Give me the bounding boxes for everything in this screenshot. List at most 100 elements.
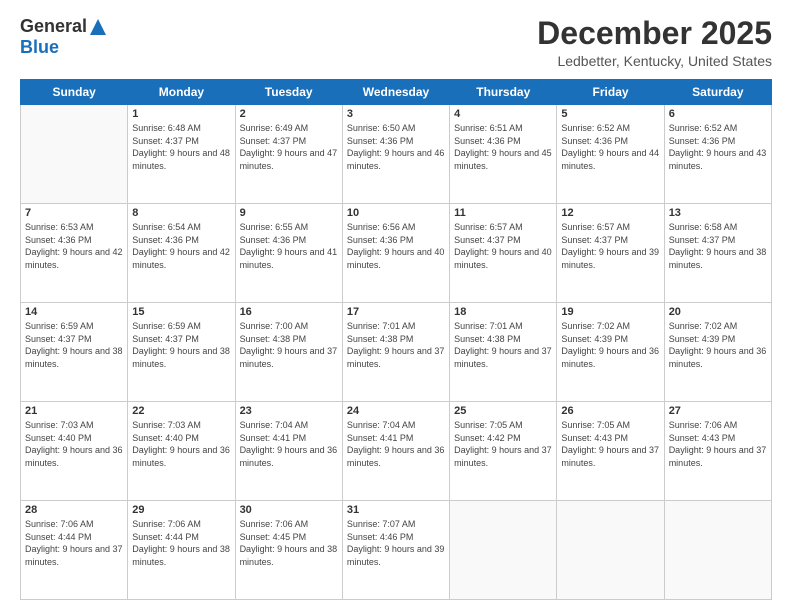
calendar-cell: 26Sunrise: 7:05 AM Sunset: 4:43 PM Dayli… <box>557 402 664 501</box>
day-info: Sunrise: 6:51 AM Sunset: 4:36 PM Dayligh… <box>454 122 552 172</box>
day-info: Sunrise: 7:03 AM Sunset: 4:40 PM Dayligh… <box>132 419 230 469</box>
day-info: Sunrise: 6:53 AM Sunset: 4:36 PM Dayligh… <box>25 221 123 271</box>
calendar-cell: 25 Sunrise: 7:05 AM Sunset: 4:42 PM Dayli… <box>450 402 557 501</box>
day-number: 7 <box>25 207 123 219</box>
logo-icon <box>88 17 108 37</box>
day-info: Sunrise: 7:06 AM Sunset: 4:44 PM Dayligh… <box>25 518 123 568</box>
day-number: 28 <box>25 504 123 516</box>
calendar-cell: 16Sunrise: 7:00 AM Sunset: 4:38 PM Dayli… <box>235 303 342 402</box>
logo-blue: Blue <box>20 37 59 58</box>
calendar-cell: 4Sunrise: 6:51 AM Sunset: 4:36 PM Daylig… <box>450 105 557 204</box>
day-number: 19 <box>561 306 659 318</box>
day-number: 13 <box>669 207 767 219</box>
day-number: 8 <box>132 207 230 219</box>
calendar-cell <box>21 105 128 204</box>
calendar-cell: 23Sunrise: 7:04 AM Sunset: 4:41 PM Dayli… <box>235 402 342 501</box>
day-info: Sunrise: 6:50 AM Sunset: 4:36 PM Dayligh… <box>347 122 445 172</box>
calendar-week-row: 21 Sunrise: 7:03 AM Sunset: 4:40 PM Dayli… <box>21 402 772 501</box>
calendar-cell: 9Sunrise: 6:55 AM Sunset: 4:36 PM Daylig… <box>235 204 342 303</box>
calendar-cell: 29 Sunrise: 7:06 AM Sunset: 4:44 PM Dayli… <box>128 501 235 600</box>
day-number: 18 <box>454 306 552 318</box>
day-info: Sunrise: 6:48 AM Sunset: 4:37 PM Dayligh… <box>132 122 230 172</box>
calendar-cell: 18 Sunrise: 7:01 AM Sunset: 4:38 PM Dayli… <box>450 303 557 402</box>
col-thursday: Thursday <box>450 80 557 105</box>
calendar-cell: 31 Sunrise: 7:07 AM Sunset: 4:46 PM Dayli… <box>342 501 449 600</box>
subtitle: Ledbetter, Kentucky, United States <box>537 53 772 69</box>
calendar-cell <box>450 501 557 600</box>
day-number: 1 <box>132 108 230 120</box>
day-info: Sunrise: 7:02 AM Sunset: 4:39 PM Dayligh… <box>561 320 659 370</box>
day-number: 12 <box>561 207 659 219</box>
calendar-cell: 13Sunrise: 6:58 AM Sunset: 4:37 PM Dayli… <box>664 204 771 303</box>
calendar-cell: 7 Sunrise: 6:53 AM Sunset: 4:36 PM Daylig… <box>21 204 128 303</box>
calendar-cell: 20 Sunrise: 7:02 AM Sunset: 4:39 PM Dayli… <box>664 303 771 402</box>
calendar-header-row: Sunday Monday Tuesday Wednesday Thursday… <box>21 80 772 105</box>
calendar-cell <box>664 501 771 600</box>
calendar-cell: 30 Sunrise: 7:06 AM Sunset: 4:45 PM Dayli… <box>235 501 342 600</box>
main-title: December 2025 <box>537 16 772 51</box>
day-number: 31 <box>347 504 445 516</box>
day-number: 20 <box>669 306 767 318</box>
logo: General Blue <box>20 16 109 58</box>
day-info: Sunrise: 7:06 AM Sunset: 4:43 PM Dayligh… <box>669 419 767 469</box>
calendar-week-row: 7 Sunrise: 6:53 AM Sunset: 4:36 PM Daylig… <box>21 204 772 303</box>
calendar-week-row: 28 Sunrise: 7:06 AM Sunset: 4:44 PM Dayli… <box>21 501 772 600</box>
day-number: 3 <box>347 108 445 120</box>
day-number: 24 <box>347 405 445 417</box>
calendar-cell: 8Sunrise: 6:54 AM Sunset: 4:36 PM Daylig… <box>128 204 235 303</box>
day-number: 25 <box>454 405 552 417</box>
col-sunday: Sunday <box>21 80 128 105</box>
page: General Blue December 2025 Ledbetter, Ke… <box>0 0 792 612</box>
calendar-cell: 6 Sunrise: 6:52 AM Sunset: 4:36 PM Daylig… <box>664 105 771 204</box>
col-tuesday: Tuesday <box>235 80 342 105</box>
day-number: 10 <box>347 207 445 219</box>
title-block: December 2025 Ledbetter, Kentucky, Unite… <box>537 16 772 69</box>
day-info: Sunrise: 7:01 AM Sunset: 4:38 PM Dayligh… <box>347 320 445 370</box>
day-info: Sunrise: 7:01 AM Sunset: 4:38 PM Dayligh… <box>454 320 552 370</box>
day-number: 6 <box>669 108 767 120</box>
col-saturday: Saturday <box>664 80 771 105</box>
calendar-week-row: 14 Sunrise: 6:59 AM Sunset: 4:37 PM Dayli… <box>21 303 772 402</box>
calendar-table: Sunday Monday Tuesday Wednesday Thursday… <box>20 79 772 600</box>
day-number: 29 <box>132 504 230 516</box>
col-friday: Friday <box>557 80 664 105</box>
day-info: Sunrise: 7:07 AM Sunset: 4:46 PM Dayligh… <box>347 518 445 568</box>
logo-general: General <box>20 16 87 37</box>
day-info: Sunrise: 6:57 AM Sunset: 4:37 PM Dayligh… <box>454 221 552 271</box>
calendar-cell: 14Sunrise: 6:59 AM Sunset: 4:37 PM Dayli… <box>21 303 128 402</box>
calendar-cell: 1 Sunrise: 6:48 AM Sunset: 4:37 PM Daylig… <box>128 105 235 204</box>
calendar-cell: 22Sunrise: 7:03 AM Sunset: 4:40 PM Dayli… <box>128 402 235 501</box>
calendar-cell: 3 Sunrise: 6:50 AM Sunset: 4:36 PM Daylig… <box>342 105 449 204</box>
day-number: 16 <box>240 306 338 318</box>
day-info: Sunrise: 7:04 AM Sunset: 4:41 PM Dayligh… <box>347 419 445 469</box>
day-number: 5 <box>561 108 659 120</box>
day-info: Sunrise: 7:03 AM Sunset: 4:40 PM Dayligh… <box>25 419 123 469</box>
day-info: Sunrise: 6:52 AM Sunset: 4:36 PM Dayligh… <box>669 122 767 172</box>
calendar-cell: 11 Sunrise: 6:57 AM Sunset: 4:37 PM Dayli… <box>450 204 557 303</box>
day-info: Sunrise: 7:05 AM Sunset: 4:43 PM Dayligh… <box>561 419 659 469</box>
col-wednesday: Wednesday <box>342 80 449 105</box>
calendar-cell: 28 Sunrise: 7:06 AM Sunset: 4:44 PM Dayli… <box>21 501 128 600</box>
day-number: 9 <box>240 207 338 219</box>
day-info: Sunrise: 6:57 AM Sunset: 4:37 PM Dayligh… <box>561 221 659 271</box>
day-number: 15 <box>132 306 230 318</box>
day-number: 14 <box>25 306 123 318</box>
day-info: Sunrise: 7:02 AM Sunset: 4:39 PM Dayligh… <box>669 320 767 370</box>
day-info: Sunrise: 6:59 AM Sunset: 4:37 PM Dayligh… <box>132 320 230 370</box>
logo-text: General <box>20 16 109 37</box>
calendar-cell: 15 Sunrise: 6:59 AM Sunset: 4:37 PM Dayli… <box>128 303 235 402</box>
calendar-cell <box>557 501 664 600</box>
day-number: 2 <box>240 108 338 120</box>
day-number: 11 <box>454 207 552 219</box>
day-number: 30 <box>240 504 338 516</box>
day-info: Sunrise: 7:06 AM Sunset: 4:44 PM Dayligh… <box>132 518 230 568</box>
day-number: 21 <box>25 405 123 417</box>
day-info: Sunrise: 7:05 AM Sunset: 4:42 PM Dayligh… <box>454 419 552 469</box>
day-info: Sunrise: 6:52 AM Sunset: 4:36 PM Dayligh… <box>561 122 659 172</box>
calendar-cell: 21 Sunrise: 7:03 AM Sunset: 4:40 PM Dayli… <box>21 402 128 501</box>
day-info: Sunrise: 7:06 AM Sunset: 4:45 PM Dayligh… <box>240 518 338 568</box>
calendar-cell: 12 Sunrise: 6:57 AM Sunset: 4:37 PM Dayli… <box>557 204 664 303</box>
day-info: Sunrise: 6:56 AM Sunset: 4:36 PM Dayligh… <box>347 221 445 271</box>
header: General Blue December 2025 Ledbetter, Ke… <box>20 16 772 69</box>
day-number: 23 <box>240 405 338 417</box>
